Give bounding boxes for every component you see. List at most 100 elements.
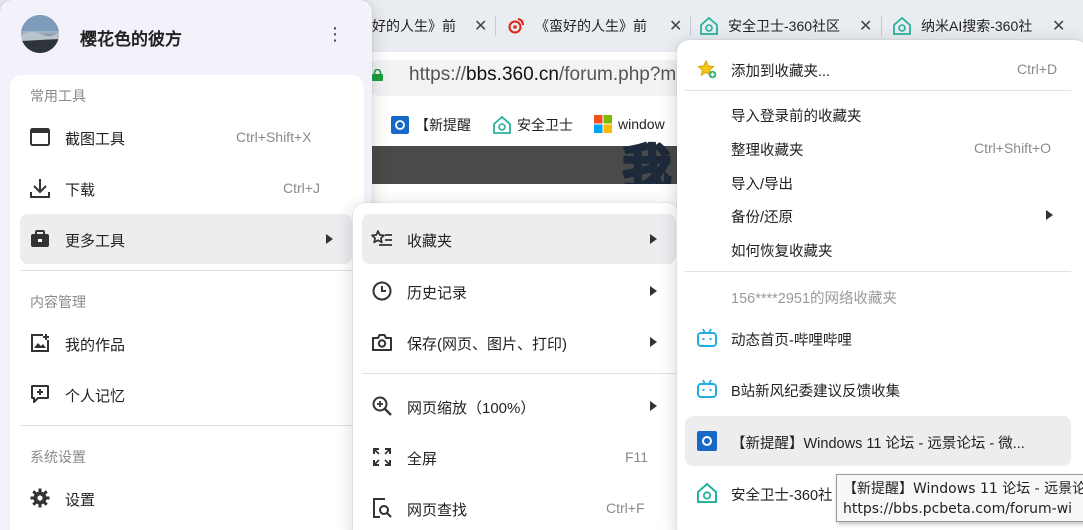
favorites-item[interactable]: 收藏夹 [362,214,676,264]
shortcut: Ctrl+Shift+X [236,129,312,145]
star-add-icon [697,59,717,79]
close-icon[interactable]: ✕ [859,16,875,36]
divider [20,270,354,271]
lock-icon[interactable] [372,69,383,81]
item-label: 网页缩放（100%） [407,400,536,417]
weibo-red-icon [508,18,524,34]
add-to-favorites-item[interactable]: 添加到收藏夹... Ctrl+D [685,52,1081,86]
close-icon[interactable]: ✕ [474,16,490,36]
url-text[interactable]: https://bbs.360.cn/forum.php?m [409,64,676,86]
item-label: 整理收藏夹 [731,143,804,159]
tab-1[interactable]: 好的人生》前 ✕ [372,8,490,44]
item-label: 添加到收藏夹... [731,64,831,80]
bookmark-item[interactable]: 安全卫士 [493,115,573,135]
tab-divider [881,16,882,36]
favorites-menu: 添加到收藏夹... Ctrl+D 导入登录前的收藏夹 整理收藏夹 Ctrl+Sh… [677,40,1083,530]
download-item[interactable]: 下载 Ctrl+J [20,163,354,213]
screenshot-tool-item[interactable]: 截图工具 Ctrl+Shift+X [20,112,354,162]
tab-title: 纳米AI搜索-360社 [921,18,1033,34]
pcbeta-icon [391,116,409,134]
item-label: 导入/导出 [731,177,794,193]
url-host: bbs.360.cn [466,64,559,85]
download-icon [29,177,51,199]
shortcut: Ctrl+J [283,180,320,196]
shortcut: Ctrl+F [606,500,645,516]
find-in-page-item[interactable]: 网页查找 Ctrl+F [362,483,676,530]
url-protocol: https:// [409,64,467,85]
divider [685,90,1071,91]
favorite-entry[interactable]: B站新风纪委建议反馈收集 [685,365,1071,413]
shortcut: Ctrl+D [1017,61,1058,77]
history-item[interactable]: 历史记录 [362,266,676,316]
pcbeta-icon [697,431,717,451]
backup-restore-item[interactable]: 备份/还原 [685,198,1081,232]
how-restore-item[interactable]: 如何恢复收藏夹 [685,232,1081,266]
more-tools-menu: 收藏夹 历史记录 保存(网页、图片、打印) 网页缩放（100%） 全屏 F11 [353,203,679,530]
main-menu: 樱花色的彼方 ⋮ 常用工具 截图工具 Ctrl+Shift+X 下载 Ctrl+… [0,0,372,530]
profile-name[interactable]: 樱花色的彼方 [80,25,182,50]
item-label: 安全卫士-360社 [731,488,833,504]
tooltip: 【新提醒】Windows 11 论坛 - 远景论坛 https://bbs.pc… [836,474,1083,522]
item-label: 更多工具 [65,233,126,250]
zoom-icon [371,395,393,417]
more-tools-item[interactable]: 更多工具 [20,214,352,264]
my-works-item[interactable]: 我的作品 [20,318,354,368]
chevron-right-icon [650,337,657,347]
close-icon[interactable]: ✕ [669,16,685,36]
fullscreen-icon [371,446,393,468]
item-label: 我的作品 [65,337,126,354]
url-path: /forum.php?m [559,64,677,85]
more-options-icon[interactable]: ⋮ [326,24,344,44]
item-label: 截图工具 [65,131,126,148]
chevron-right-icon [650,401,657,411]
item-label: 如何恢复收藏夹 [731,244,833,260]
settings-item[interactable]: 设置 [20,473,354,523]
organize-favorites-item[interactable]: 整理收藏夹 Ctrl+Shift+O [685,131,1081,165]
gear-icon [29,487,51,509]
avatar[interactable] [21,15,59,53]
item-label: 全屏 [407,451,438,468]
camera-icon [371,331,393,353]
find-icon [371,497,393,519]
shortcut: Ctrl+Shift+O [974,140,1052,156]
fullscreen-item[interactable]: 全屏 F11 [362,432,676,482]
item-label: 收藏夹 [407,233,453,250]
section-header-content: 内容管理 [30,294,86,310]
cloud-favorites-header: 156****2951的网络收藏夹 [685,278,1081,312]
star-list-icon [371,228,393,250]
tab-3[interactable]: 安全卫士-360社区 ✕ [700,8,875,44]
tab-divider [495,16,496,36]
chevron-right-icon [326,234,333,244]
360-community-icon [893,17,911,35]
section-header-tools: 常用工具 [30,88,86,104]
360-community-icon [700,17,718,35]
360-community-icon [697,483,717,503]
import-export-item[interactable]: 导入/导出 [685,165,1081,199]
bookmark-item[interactable]: 【新提醒 [391,115,471,135]
item-label: 保存(网页、图片、打印) [407,336,567,353]
item-label: 【新提醒】Windows 11 论坛 - 远景论坛 - 微... [731,436,1025,452]
tab-4[interactable]: 纳米AI搜索-360社 ✕ [893,8,1068,44]
tab-title: 安全卫士-360社区 [728,18,841,34]
divider [20,425,354,426]
item-label: 备份/还原 [731,210,794,226]
chevron-right-icon [650,234,657,244]
360-community-icon [493,116,511,134]
windows-icon [594,115,612,133]
favorite-entry[interactable]: 动态首页-哔哩哔哩 [685,314,1071,362]
item-label: 历史记录 [407,285,468,302]
section-header-settings: 系统设置 [30,449,86,465]
tab-2[interactable]: 《蛮好的人生》前 ✕ [507,8,685,44]
item-label: 网页查找 [407,502,468,519]
close-icon[interactable]: ✕ [1052,16,1068,36]
personal-memory-item[interactable]: 个人记忆 [20,369,354,419]
chevron-right-icon [650,286,657,296]
zoom-item[interactable]: 网页缩放（100%） [362,381,676,431]
import-before-login-item[interactable]: 导入登录前的收藏夹 [685,97,1081,131]
save-page-item[interactable]: 保存(网页、图片、打印) [362,317,676,367]
bilibili-icon [697,328,717,347]
bilibili-icon [697,379,717,398]
favorite-entry[interactable]: 【新提醒】Windows 11 论坛 - 远景论坛 - 微... [685,416,1071,466]
clock-icon [371,280,393,302]
item-label: 个人记忆 [65,388,126,405]
